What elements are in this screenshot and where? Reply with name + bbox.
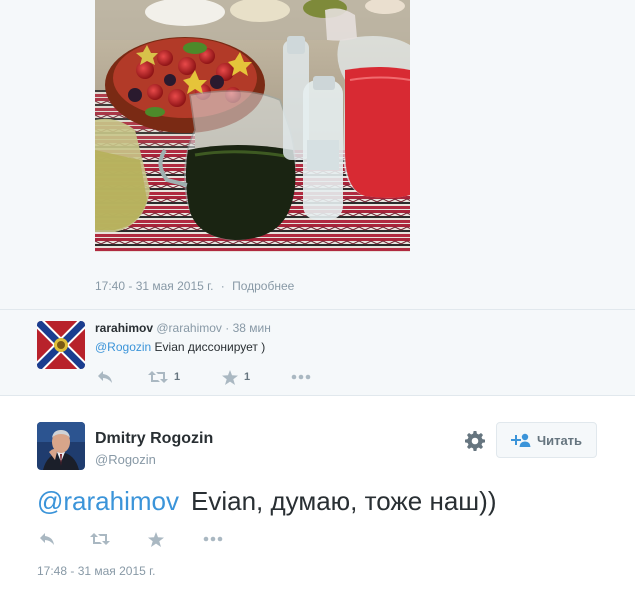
reply-text: @Rogozin Evian диссонирует ) xyxy=(95,340,265,354)
main-tweet-text: @rarahimov Evian, думаю, тоже наш)) xyxy=(37,486,496,517)
gear-icon xyxy=(465,431,485,451)
follow-button[interactable]: Читать xyxy=(496,422,597,458)
reply-button[interactable] xyxy=(39,530,55,548)
reply-body: Evian диссонирует ) xyxy=(151,340,266,354)
tweet-photo[interactable] xyxy=(95,0,410,252)
star-icon xyxy=(222,369,238,385)
like-button[interactable]: 1 xyxy=(222,368,250,386)
reply-icon xyxy=(40,533,54,545)
like-button[interactable] xyxy=(148,530,164,548)
more-icon xyxy=(291,374,311,380)
retweet-icon xyxy=(90,533,110,545)
more-button[interactable] xyxy=(203,530,223,548)
original-tweet: 17:40 - 31 мая 2015 г. · Подробнее xyxy=(0,0,635,309)
reply-time[interactable]: 38 мин xyxy=(233,321,271,335)
main-display-name[interactable]: Dmitry Rogozin xyxy=(95,430,213,448)
avatar[interactable] xyxy=(37,422,85,470)
main-tweet-timestamp[interactable]: 17:48 - 31 мая 2015 г. xyxy=(37,564,155,578)
more-icon xyxy=(203,536,223,542)
original-tweet-meta: 17:40 - 31 мая 2015 г. · Подробнее xyxy=(95,279,294,293)
original-tweet-timestamp[interactable]: 17:40 - 31 мая 2015 г. xyxy=(95,279,213,293)
main-tweet-body: Evian, думаю, тоже наш)) xyxy=(190,486,497,516)
retweet-icon xyxy=(148,371,168,383)
main-tweet: Dmitry Rogozin @Rogozin Читать @rarahimo… xyxy=(0,396,635,611)
reply-button[interactable] xyxy=(97,368,113,386)
reply-display-name[interactable]: rarahimov xyxy=(95,321,153,335)
star-icon xyxy=(148,531,164,547)
reply-handle[interactable]: @rarahimov xyxy=(156,321,222,335)
reply-mention-link[interactable]: @Rogozin xyxy=(95,340,151,354)
reply-actions: 1 1 xyxy=(95,368,335,386)
add-user-icon xyxy=(510,433,531,447)
retweet-button[interactable]: 1 xyxy=(148,368,180,386)
reply-icon xyxy=(98,371,112,383)
reply-header: rarahimov @rarahimov · 38 мин xyxy=(95,321,271,335)
main-tweet-actions xyxy=(37,530,277,548)
retweet-count: 1 xyxy=(174,371,181,383)
reply-tweet: rarahimov @rarahimov · 38 мин @Rogozin E… xyxy=(0,309,635,396)
retweet-button[interactable] xyxy=(90,530,110,548)
follow-label: Читать xyxy=(536,432,583,448)
main-mention-link[interactable]: @rarahimov xyxy=(37,486,179,516)
settings-button[interactable] xyxy=(465,431,485,451)
avatar[interactable] xyxy=(37,321,85,369)
like-count: 1 xyxy=(244,371,251,383)
main-handle[interactable]: @Rogozin xyxy=(95,452,156,467)
details-link[interactable]: Подробнее xyxy=(232,279,294,293)
meta-separator: · xyxy=(220,279,225,293)
reply-separator: · xyxy=(225,321,230,335)
more-button[interactable] xyxy=(291,368,311,386)
